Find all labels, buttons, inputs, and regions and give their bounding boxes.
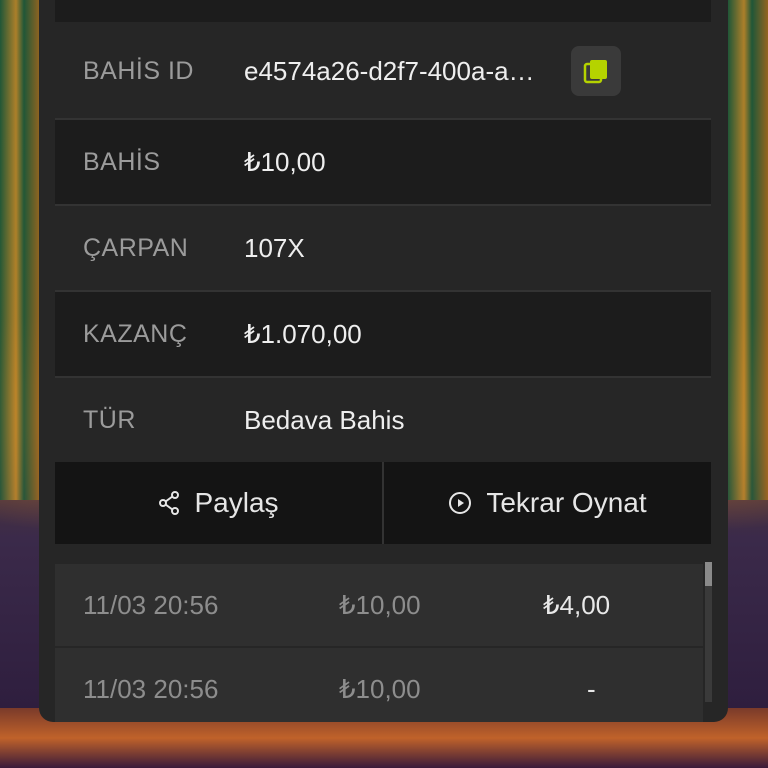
bet-id-value: e4574a26-d2f7-400a-a… [244, 55, 535, 86]
history-win: - [587, 674, 596, 704]
right-pillar-decoration [728, 0, 768, 500]
bet-id-label: BAHİS ID [83, 56, 194, 85]
bet-id-row: BAHİS ID e4574a26-d2f7-400a-a… [55, 24, 711, 118]
history-bet: ₺10,00 [339, 674, 421, 704]
multiplier-label: ÇARPAN [83, 233, 189, 262]
bet-label: BAHİS [83, 147, 161, 176]
replay-label: Tekrar Oynat [486, 487, 647, 518]
type-value: Bedava Bahis [244, 404, 405, 435]
win-label: KAZANÇ [83, 319, 188, 348]
history-time: 11/03 20:56 [83, 674, 219, 704]
copy-button[interactable] [571, 46, 621, 96]
bet-details-panel: BAHİS ID e4574a26-d2f7-400a-a… BAHİS ₺10… [39, 0, 728, 722]
win-value: ₺1.070,00 [244, 318, 362, 349]
action-bar: Paylaş Tekrar Oynat [55, 462, 711, 544]
top-row [55, 0, 711, 22]
share-icon [159, 491, 180, 515]
play-circle-icon [449, 492, 472, 514]
history-row[interactable]: 11/03 20:56 ₺10,00 ₺4,00 [55, 564, 703, 646]
bet-row: BAHİS ₺10,00 [55, 120, 711, 204]
win-row: KAZANÇ ₺1.070,00 [55, 292, 711, 376]
history-bet: ₺10,00 [339, 590, 421, 620]
replay-button[interactable]: Tekrar Oynat [382, 462, 711, 544]
multiplier-value: 107X [244, 232, 305, 263]
left-pillar-decoration [0, 0, 40, 500]
multiplier-row: ÇARPAN 107X [55, 206, 711, 290]
share-label: Paylaş [194, 487, 279, 518]
history-scrollbar-thumb[interactable] [705, 562, 712, 586]
type-row: TÜR Bedava Bahis [55, 378, 711, 462]
copy-icon [583, 60, 607, 84]
type-label: TÜR [83, 405, 136, 434]
bet-value: ₺10,00 [244, 146, 326, 177]
history-row[interactable]: 11/03 20:56 ₺10,00 - [55, 648, 703, 722]
history-time: 11/03 20:56 [83, 590, 219, 620]
share-button[interactable]: Paylaş [55, 462, 382, 544]
history-win: ₺4,00 [543, 590, 611, 620]
